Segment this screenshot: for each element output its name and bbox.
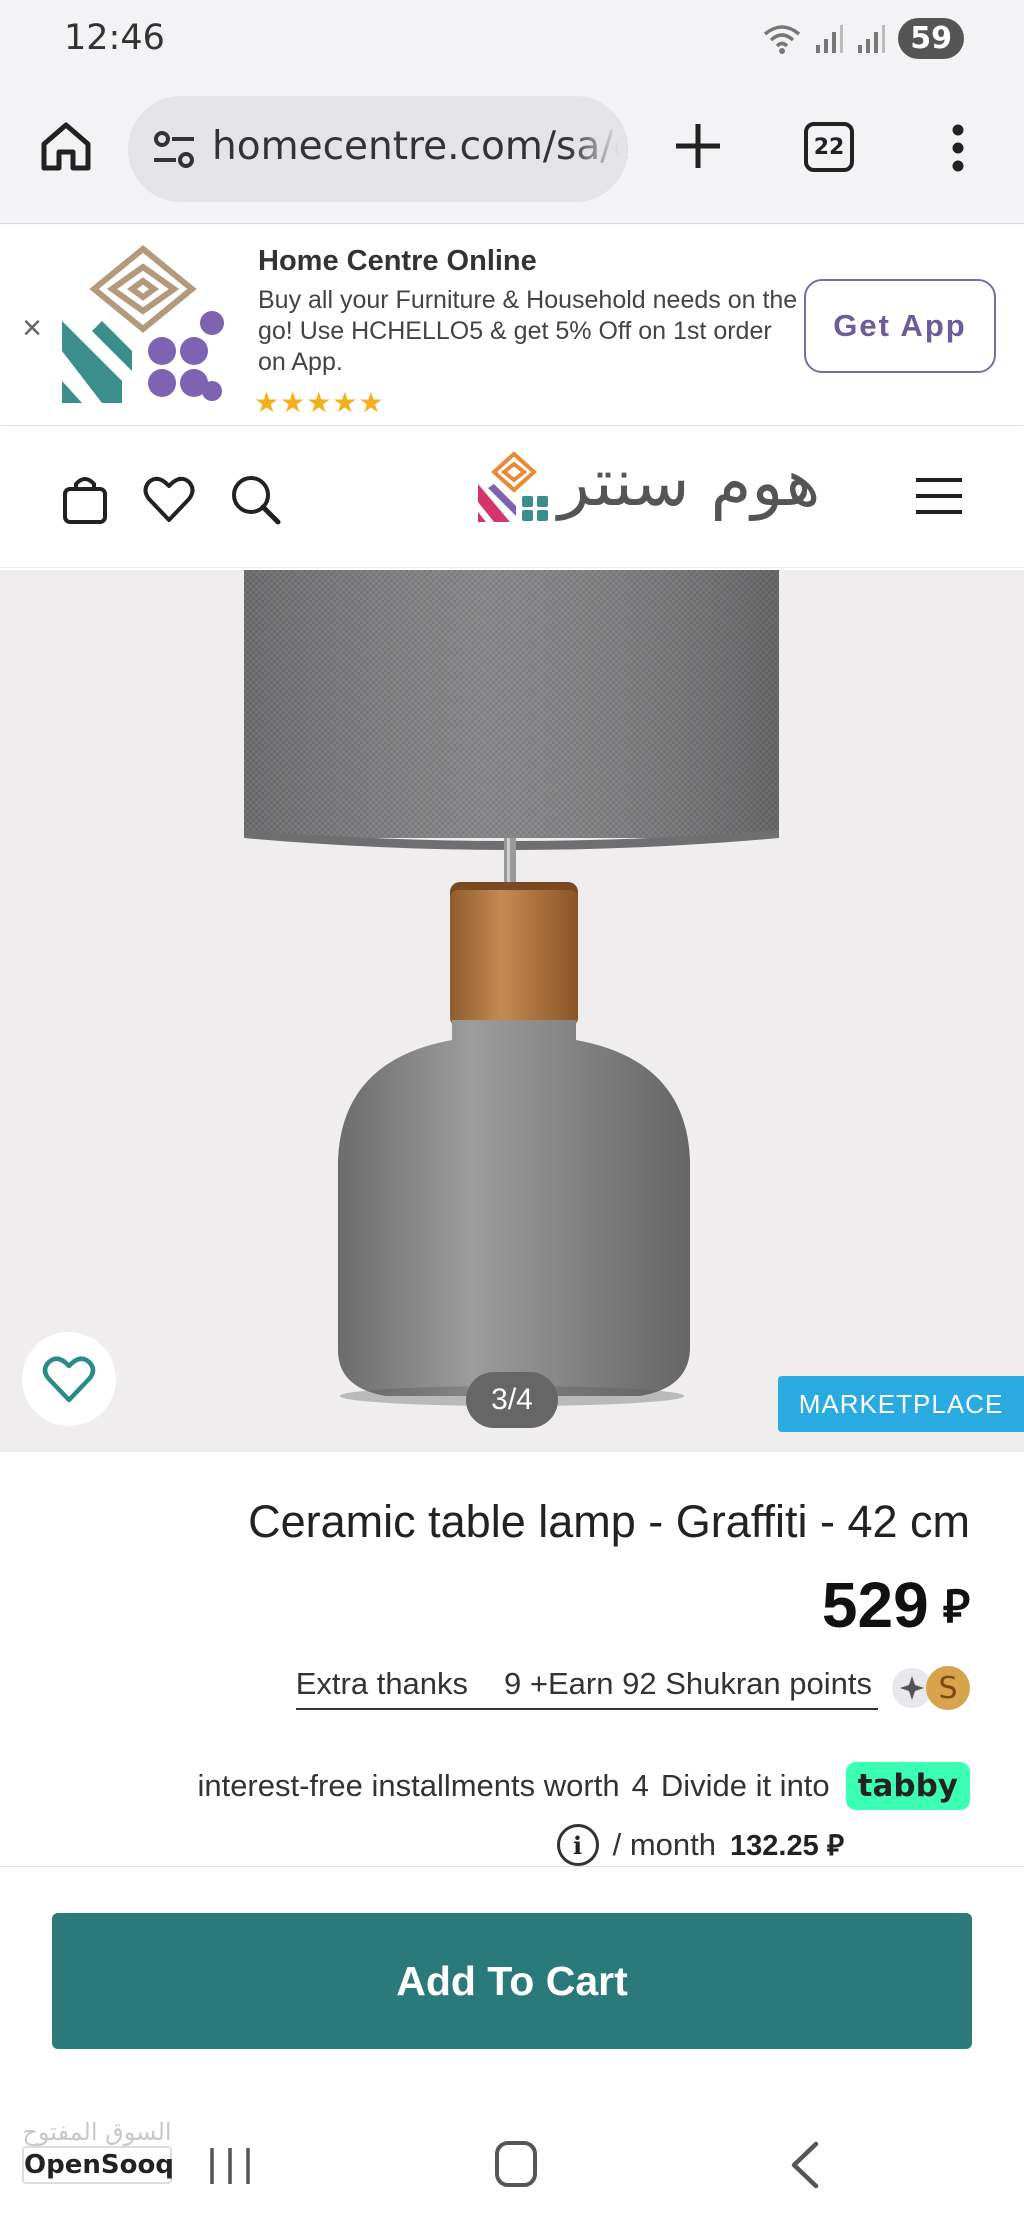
address-bar[interactable]: homecentre.com/sa/en/ [128, 96, 628, 202]
more-menu-icon[interactable] [948, 122, 968, 174]
shukran-earn: 9 +Earn 92 Shukran points [504, 1666, 872, 1701]
site-settings-icon[interactable] [150, 128, 198, 172]
watermark-arabic: السوق المفتوح [22, 2118, 172, 2146]
info-icon[interactable]: i [556, 1824, 599, 1866]
url-text[interactable]: homecentre.com/sa/en/ [212, 124, 628, 169]
watermark-english: OpenSooq [22, 2146, 174, 2184]
get-app-button[interactable]: Get App [804, 279, 996, 373]
monthly-amount: 132.25 ⃁ [730, 1826, 844, 1864]
banner-title: Home Centre Online [258, 245, 537, 277]
wifi-icon [764, 24, 801, 54]
app-logo [62, 241, 224, 403]
heart-icon [42, 1356, 96, 1403]
wishlist-button[interactable] [22, 1332, 116, 1426]
battery-icon: 59 [898, 18, 964, 59]
installment-count: 4 [631, 1768, 649, 1803]
status-bar: 12:46 59 [0, 0, 1024, 80]
status-time: 12:46 [64, 18, 165, 58]
search-icon[interactable] [228, 472, 282, 526]
home-icon[interactable] [494, 2140, 538, 2188]
close-icon[interactable]: × [14, 309, 50, 348]
bag-icon[interactable] [58, 472, 112, 526]
product-title: Ceramic table lamp - Graffiti - 42 cm [248, 1496, 970, 1547]
marketplace-badge: MARKETPLACE [778, 1376, 1024, 1432]
product-price: 529 ⃁ [822, 1568, 970, 1642]
shukran-points[interactable]: Extra thanks 9 +Earn 92 Shukran points S [295, 1666, 970, 1710]
monthly-payment: i / month 132.25 ⃁ [556, 1824, 844, 1866]
brand-name[interactable]: هوم سنتر [558, 444, 820, 521]
shukran-icons: S [892, 1666, 970, 1710]
tabby-logo[interactable]: tabby [845, 1762, 970, 1810]
new-tab-icon[interactable] [672, 120, 724, 172]
price-value: 529 [821, 1569, 929, 1641]
per-month-label: / month [612, 1827, 716, 1862]
site-header: هوم سنتر [0, 426, 1024, 568]
product-image-gallery[interactable]: 3/4 MARKETPLACE [0, 570, 1024, 1452]
installment-row: interest-free installments worth 4 Divide … [197, 1762, 970, 1810]
browser-toolbar: homecentre.com/sa/en/ 22 [0, 80, 1024, 224]
add-to-cart-button[interactable]: Add To Cart [52, 1913, 972, 2049]
installment-text-b: Divide it into [660, 1768, 830, 1803]
hamburger-menu-icon[interactable] [914, 476, 964, 516]
signal-icon [816, 24, 844, 53]
url-fade [568, 96, 628, 202]
status-icons: 59 [762, 18, 964, 59]
image-counter: 3/4 [466, 1372, 558, 1428]
watermark: السوق المفتوح OpenSooq [22, 2118, 174, 2184]
rating-stars: ★★★★★ [254, 387, 385, 418]
system-navigation-bar: السوق المفتوح OpenSooq [0, 2084, 1024, 2219]
installment-text: interest-free installments worth 4 Divide … [197, 1768, 829, 1804]
heart-icon[interactable] [142, 472, 196, 526]
brand-logo-icon [478, 450, 550, 522]
shukran-coin-icon: S [926, 1666, 970, 1710]
recents-icon[interactable] [208, 2146, 252, 2186]
banner-description: Buy all your Furniture & Household needs… [258, 286, 798, 376]
currency-symbol: ⃁ [826, 1830, 844, 1862]
monthly-amount-value: 132.25 [730, 1830, 819, 1862]
shukran-extra: Extra thanks [295, 1666, 469, 1701]
back-icon[interactable] [786, 2140, 822, 2190]
currency-symbol: ⃁ [942, 1580, 970, 1632]
shukran-link[interactable]: Extra thanks 9 +Earn 92 Shukran points [295, 1666, 878, 1710]
home-icon[interactable] [38, 118, 94, 174]
tabs-icon[interactable]: 22 [804, 122, 854, 172]
sticky-cart-bar: Add To Cart [0, 1866, 1024, 2083]
app-install-banner: × Home Centre Online Buy all your Furnit… [0, 225, 1024, 425]
product-photo [244, 570, 779, 1406]
signal-icon [858, 24, 886, 53]
installment-text-a: interest-free installments worth [197, 1768, 620, 1803]
